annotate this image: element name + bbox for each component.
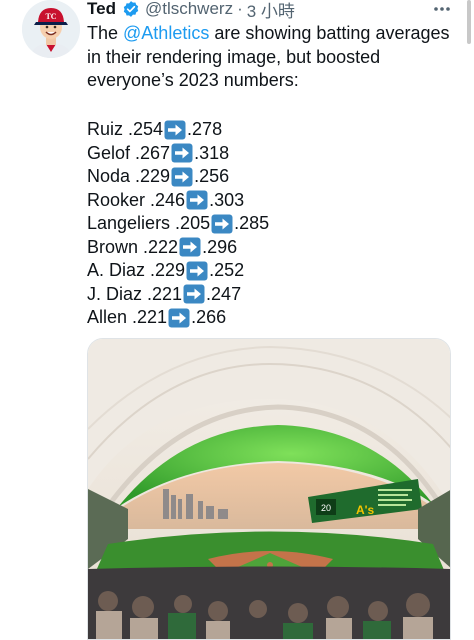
svg-text:TC: TC <box>45 12 56 21</box>
avatar[interactable]: TC <box>22 0 80 58</box>
stat-after: .318 <box>194 142 230 163</box>
mention-link[interactable]: @Athletics <box>123 23 209 43</box>
right-arrow-emoji-icon <box>186 190 208 210</box>
stat-line: Ruiz .254 .278 <box>87 118 269 142</box>
stat-before: J. Diaz .221 <box>87 283 183 304</box>
stat-line: Allen .221 .266 <box>87 306 269 330</box>
stat-after: .303 <box>209 189 245 210</box>
author-name[interactable]: Ted <box>87 0 116 19</box>
tweet-text: The @Athletics are showing batting avera… <box>87 22 457 93</box>
right-arrow-emoji-icon <box>168 308 190 328</box>
timestamp[interactable]: 3 小時 <box>247 0 295 22</box>
scrollbar[interactable] <box>467 0 471 44</box>
stat-before: Brown .222 <box>87 236 179 257</box>
stat-after: .285 <box>234 213 270 233</box>
stat-before: Allen .221 <box>87 307 168 327</box>
right-arrow-emoji-icon <box>211 214 233 234</box>
stat-line: A. Diaz .229 .252 <box>87 259 269 283</box>
stadium-rendering-image: 20 A's <box>88 339 450 639</box>
stats-list: Ruiz .254 .278 Gelof .267 .318 Noda .229 .256… <box>87 118 269 330</box>
stat-after: .266 <box>191 307 227 327</box>
stat-before: A. Diaz .229 <box>87 260 186 280</box>
right-arrow-emoji-icon <box>179 237 201 257</box>
stat-after: .252 <box>209 260 245 280</box>
stat-line: J. Diaz .221 .247 <box>87 283 269 307</box>
stat-before: Langeliers .205 <box>87 213 211 233</box>
stat-after: .296 <box>202 236 238 257</box>
stat-before: Noda .229 <box>87 166 171 186</box>
stat-before: Rooker .246 <box>87 189 186 210</box>
right-arrow-emoji-icon <box>171 167 193 187</box>
stat-line: Brown .222 .296 <box>87 236 269 260</box>
more-options-icon[interactable] <box>432 2 452 16</box>
tweet-text-intro: The <box>87 23 124 43</box>
stat-after: .256 <box>194 166 230 186</box>
right-arrow-emoji-icon <box>164 120 186 140</box>
scoreboard-number: 20 <box>321 503 331 513</box>
tweet-media-image[interactable]: 20 A's <box>87 338 451 640</box>
tweet-header: Ted @tlschwerz · 3 小時 <box>87 0 460 21</box>
stat-line: Gelof .267 .318 <box>87 142 269 166</box>
stat-line: Noda .229 .256 <box>87 165 269 189</box>
author-handle[interactable]: @tlschwerz <box>145 0 233 19</box>
stat-line: Langeliers .205 .285 <box>87 212 269 236</box>
stat-before: Gelof .267 <box>87 142 171 163</box>
verified-badge-icon <box>123 1 139 17</box>
right-arrow-emoji-icon <box>183 284 205 304</box>
right-arrow-emoji-icon <box>171 143 193 163</box>
stat-before: Ruiz .254 <box>87 119 164 139</box>
stat-after: .278 <box>187 119 223 139</box>
avatar-image: TC <box>22 0 80 58</box>
stat-after: .247 <box>206 283 242 304</box>
svg-text:A's: A's <box>356 503 375 517</box>
right-arrow-emoji-icon <box>186 261 208 281</box>
separator-dot: · <box>237 0 243 18</box>
stat-line: Rooker .246 .303 <box>87 189 269 213</box>
